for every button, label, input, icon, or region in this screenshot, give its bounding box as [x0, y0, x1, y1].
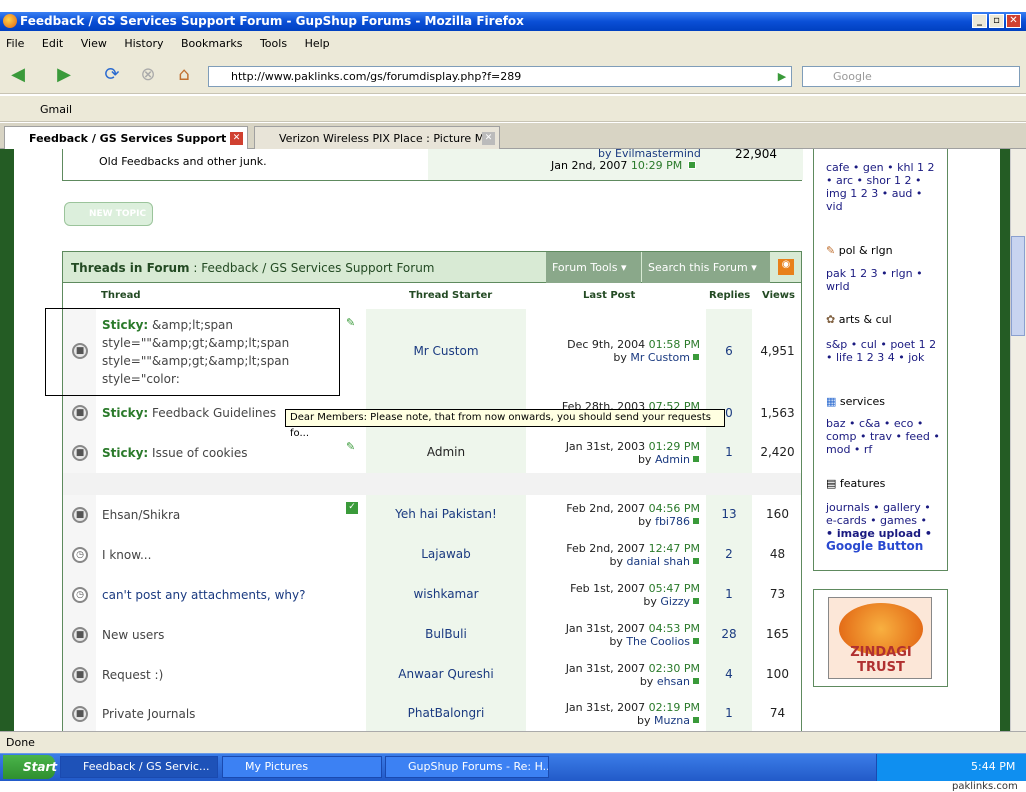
forward-icon[interactable]: ▶: [52, 64, 76, 86]
column-headers: Thread Thread Starter Last Post Replies …: [62, 283, 802, 309]
window-title-bar: Feedback / GS Services Support Forum - G…: [0, 12, 1026, 31]
system-tray: 5:44 PM: [876, 754, 1026, 781]
sidebar: cafe • gen • khl 1 2 • arc • shor 1 2 • …: [813, 149, 948, 571]
minimize-button[interactable]: _: [972, 14, 987, 28]
go-icon[interactable]: ▶: [772, 66, 792, 87]
menu-view[interactable]: View: [81, 37, 107, 50]
table-row: ■ Ehsan/Shikra ✓ Yeh hai Pakistan! Feb 2n…: [62, 495, 802, 535]
tab-verizon[interactable]: Verizon Wireless PIX Place : Picture M..…: [254, 126, 500, 149]
restore-button[interactable]: ▫: [989, 14, 1004, 28]
thread-icon: ◷: [72, 547, 88, 563]
pencil-icon: ✎: [826, 244, 836, 257]
tooltip: Dear Members: Please note, that from now…: [285, 409, 725, 439]
menu-bookmarks[interactable]: Bookmarks: [181, 37, 242, 50]
palette-icon: ✿: [826, 313, 836, 326]
forum-header: Threads in Forum : Feedback / GS Service…: [62, 251, 802, 283]
menu-file[interactable]: File: [6, 37, 24, 50]
status-bar: Done: [0, 731, 1026, 753]
close-button[interactable]: ✕: [1006, 14, 1021, 28]
lock-icon: ■: [72, 507, 88, 523]
table-row: ■ Private Journals PhatBalongri Jan 31st…: [62, 695, 802, 731]
network-icon: ▦: [826, 395, 837, 408]
features-icon: ▤: [826, 477, 837, 490]
bookmark-gmail[interactable]: Gmail: [40, 103, 72, 116]
scrollbar-thumb[interactable]: [1011, 236, 1025, 336]
window-title: Feedback / GS Services Support Forum - G…: [20, 14, 524, 28]
watermark: paklinks.com: [952, 781, 1018, 792]
firefox-icon: [3, 14, 17, 28]
forum-tools-button[interactable]: Forum Tools ▾: [546, 252, 641, 283]
rss-icon[interactable]: ◉: [778, 259, 794, 275]
close-tab-icon[interactable]: ✕: [482, 132, 495, 145]
checkmark-icon: ✓: [346, 502, 358, 514]
menu-history[interactable]: History: [124, 37, 163, 50]
highlight-box: [45, 308, 340, 396]
table-row: ◷ I know... Lajawab Feb 2nd, 2007 12:47 …: [62, 535, 802, 575]
task-feedback[interactable]: Feedback / GS Servic...: [60, 756, 218, 778]
menu-edit[interactable]: Edit: [42, 37, 63, 50]
pin-icon: ✎: [346, 440, 356, 453]
table-row: ◷ can't post any attachments, why? wishk…: [62, 575, 802, 615]
reload-icon[interactable]: ⟳: [100, 64, 124, 86]
task-my-pictures[interactable]: My Pictures: [222, 756, 382, 778]
stop-icon[interactable]: ⊗: [136, 64, 160, 86]
start-button[interactable]: Start: [3, 755, 57, 779]
search-input[interactable]: Google: [802, 66, 1020, 87]
home-icon[interactable]: ⌂: [172, 64, 196, 86]
thread-icon: ◷: [72, 587, 88, 603]
tab-bar: Feedback / GS Services Support ... ✕ Veri…: [0, 123, 1026, 149]
lock-icon: ■: [72, 667, 88, 683]
separator-row: [62, 473, 802, 495]
clock: 5:44 PM: [971, 760, 1016, 773]
lock-icon: ■: [72, 706, 88, 722]
tab-feedback[interactable]: Feedback / GS Services Support ... ✕: [4, 126, 248, 149]
lock-icon: ■: [72, 405, 88, 421]
pin-icon: ✎: [346, 316, 356, 329]
close-tab-icon[interactable]: ✕: [230, 132, 243, 145]
lock-icon: ■: [72, 445, 88, 461]
page-border-left: [0, 149, 14, 731]
url-bar[interactable]: http://www.paklinks.com/gs/forumdisplay.…: [208, 66, 792, 87]
prev-forum-row: Old Feedbacks and other junk. by Evilmas…: [62, 147, 803, 181]
back-icon[interactable]: ◀: [6, 64, 30, 86]
zindagi-logo[interactable]: ZINDAGI TRUST: [828, 597, 932, 679]
task-gupshup[interactable]: GupShup Forums - Re: H...: [385, 756, 549, 778]
menu-help[interactable]: Help: [305, 37, 330, 50]
table-row: ■ Request :) Anwaar Qureshi Jan 31st, 20…: [62, 655, 802, 695]
table-row: ■ Sticky: Issue of cookies ✎ Admin Jan 31…: [62, 433, 802, 473]
table-row: ■ New users BulBuli Jan 31st, 2007 04:53…: [62, 615, 802, 655]
menu-tools[interactable]: Tools: [260, 37, 287, 50]
page-border-right: [1000, 149, 1010, 731]
search-forum-button[interactable]: Search this Forum ▾: [642, 252, 770, 283]
lock-icon: ■: [72, 627, 88, 643]
new-topic-button[interactable]: NEW TOPIC: [64, 202, 153, 226]
bookmarks-toolbar: Gmail: [0, 96, 1026, 122]
menu-bar: File Edit View History Bookmarks Tools H…: [0, 31, 1026, 57]
